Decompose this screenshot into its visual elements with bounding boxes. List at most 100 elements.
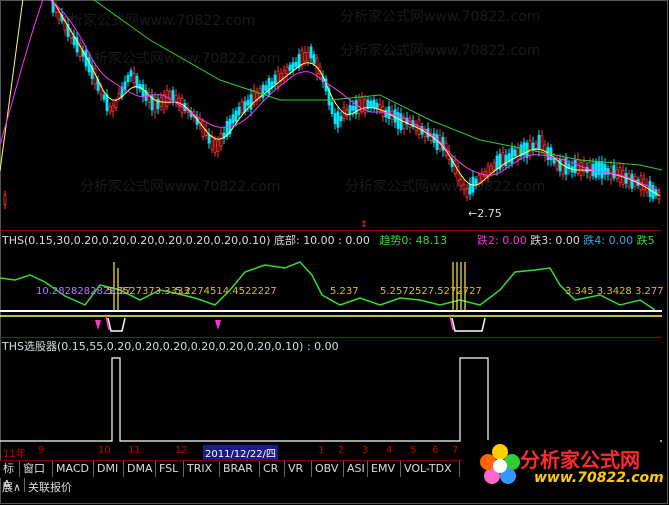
candlestick	[129, 67, 133, 83]
panel-divider	[0, 230, 662, 231]
candlestick	[516, 142, 520, 167]
candlestick	[600, 155, 604, 185]
candlestick	[603, 157, 607, 181]
candlestick	[597, 156, 601, 180]
tab-trix[interactable]: TRIX	[184, 461, 220, 477]
candlestick	[336, 106, 340, 133]
candlestick	[501, 145, 505, 172]
panel-divider	[0, 337, 662, 338]
candlestick	[504, 148, 508, 170]
logo-url: www.70822.com	[534, 470, 664, 486]
candlestick	[369, 97, 373, 113]
fall-values: 跌2: 0.00 跌3: 0.00 跌4: 0.00 跌5	[477, 234, 655, 247]
tab-cr[interactable]: CR	[260, 461, 285, 477]
candlestick	[123, 75, 127, 94]
related-quotes-button[interactable]: 关联报价	[28, 479, 72, 495]
divider	[24, 478, 25, 492]
expand-button[interactable]: 展∧	[2, 479, 21, 495]
time-label: 2	[338, 445, 345, 456]
ths-value-label: 5.2274514.4522227	[175, 286, 277, 297]
candlestick	[279, 68, 283, 86]
candlestick	[363, 94, 367, 118]
time-axis: 11年 9 10 11 12 2011/12/22/四 1 2 3 4 5 6 …	[0, 445, 460, 460]
bottom-signal-marker	[215, 320, 221, 330]
trend-label: 趋势0:	[379, 234, 413, 247]
candlestick	[321, 70, 325, 88]
candlestick	[615, 163, 619, 183]
selector-params: THS选股器(0.15,55,0.20,0.20,0.20,0.20,0.20,…	[2, 340, 304, 353]
candlestick	[339, 111, 343, 127]
ths-indicator-header[interactable]: THS(0.15,30,0.20,0.20,0.20,0.20,0.20,0.2…	[2, 234, 447, 247]
candlestick	[582, 156, 586, 177]
candlestick	[141, 79, 145, 103]
candlestick	[285, 63, 289, 80]
candlestick	[126, 72, 130, 87]
candlestick	[174, 88, 178, 108]
candlestick	[555, 154, 559, 173]
bottom-bar: 展∧ 关联报价	[0, 478, 460, 494]
candlestick	[396, 106, 400, 136]
tab-emv[interactable]: EMV	[368, 461, 401, 477]
candlestick	[405, 111, 409, 131]
time-label: 7	[452, 445, 459, 456]
candlestick	[465, 183, 469, 202]
candlestick	[153, 91, 157, 119]
candlestick	[81, 45, 85, 62]
candlestick	[138, 80, 142, 93]
trend-value: 48.13	[415, 234, 448, 247]
candlestick	[462, 179, 466, 196]
candlestick	[87, 53, 91, 76]
candlestick	[558, 154, 562, 177]
site-logo: 分析家公式网 www.70822.com	[470, 440, 664, 490]
candlestick	[171, 86, 175, 107]
candlestick	[573, 154, 577, 177]
tab-dma[interactable]: DMA	[124, 461, 156, 477]
tab-window[interactable]: 窗口	[20, 461, 53, 477]
candlestick	[237, 101, 241, 119]
time-label: 11	[128, 445, 141, 456]
candlestick	[207, 128, 211, 149]
candlestick	[423, 125, 427, 144]
candlestick	[225, 116, 229, 140]
candlestick	[111, 99, 115, 118]
tab-brar[interactable]: BRAR	[220, 461, 260, 477]
candlestick	[372, 96, 376, 112]
candlestick	[144, 83, 148, 107]
time-label: 6	[432, 445, 439, 456]
candlestick	[450, 154, 454, 173]
selector-indicator-header[interactable]: THS选股器(0.15,55,0.20,0.20,0.20,0.20,0.20,…	[2, 340, 339, 353]
tab-fsl[interactable]: FSL	[156, 461, 184, 477]
candlestick	[105, 89, 109, 116]
tab-obv[interactable]: OBV	[312, 461, 344, 477]
candlestick	[132, 66, 136, 89]
bottom-value: 10.00	[303, 234, 335, 247]
candlestick	[498, 148, 502, 173]
low-price-marker: ←2.75	[468, 207, 502, 220]
candlestick	[486, 162, 490, 183]
candlestick	[255, 87, 259, 106]
bottom-label: 底部:	[273, 234, 300, 247]
tab-vol-tdx[interactable]: VOL-TDX	[401, 461, 460, 477]
candlestick	[3, 190, 7, 210]
candlestick	[456, 161, 460, 187]
cursor-arrow-icon: ⇕	[360, 220, 368, 230]
tab-vr[interactable]: VR	[285, 461, 312, 477]
candlestick	[261, 81, 265, 102]
tab-macd[interactable]: MACD	[53, 461, 94, 477]
candlestick	[222, 126, 226, 145]
candlestick	[108, 102, 112, 116]
candlestick	[366, 96, 370, 113]
time-label: 12	[175, 445, 188, 456]
time-label: 10	[98, 445, 111, 456]
candlestick	[300, 46, 304, 71]
tab-mark[interactable]: 标A	[0, 461, 20, 491]
candlestick	[345, 103, 349, 121]
ths-value-label: 5.237	[330, 286, 359, 297]
candlestick	[402, 112, 406, 135]
candlestick	[156, 94, 160, 115]
ths-params: THS(0.15,30,0.20,0.20,0.20,0.20,0.20,0.2…	[2, 234, 271, 247]
candlestick	[240, 98, 244, 116]
tab-dmi[interactable]: DMI	[94, 461, 124, 477]
tab-asi[interactable]: ASI	[344, 461, 368, 477]
kline-chart-canvas[interactable]	[0, 0, 662, 445]
